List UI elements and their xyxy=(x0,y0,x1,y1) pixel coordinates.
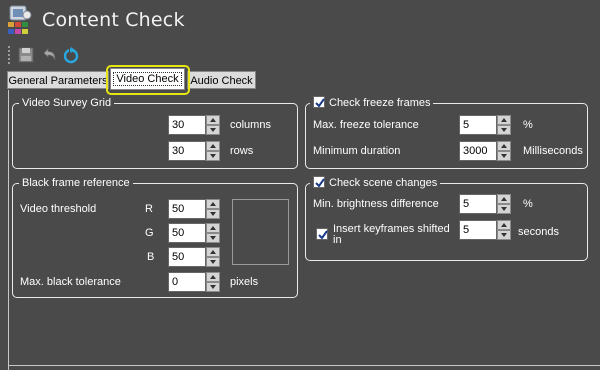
r-stepper[interactable]: 50 xyxy=(168,199,220,219)
g-stepper[interactable]: 50 xyxy=(168,223,220,243)
rows-unit-label: rows xyxy=(230,145,254,157)
scene-changes-checkbox[interactable] xyxy=(313,176,325,188)
tab-label: General Parameters xyxy=(8,75,108,87)
columns-down-button[interactable] xyxy=(206,125,220,135)
freeze-tolerance-unit-label: % xyxy=(523,119,533,131)
app-logo-icon xyxy=(6,3,34,37)
black-tolerance-down-button[interactable] xyxy=(206,282,220,292)
g-down-button[interactable] xyxy=(206,233,220,243)
rows-down-button[interactable] xyxy=(206,151,220,161)
columns-up-button[interactable] xyxy=(206,115,220,125)
r-label: R xyxy=(145,203,153,215)
g-up-button[interactable] xyxy=(206,223,220,233)
freeze-tolerance-up-button[interactable] xyxy=(497,115,511,125)
freeze-tolerance-stepper[interactable]: 5 xyxy=(459,115,511,135)
freeze-tolerance-label: Max. freeze tolerance xyxy=(313,119,419,131)
survey-grid-title: Video Survey Grid xyxy=(19,96,115,111)
min-duration-up-button[interactable] xyxy=(497,141,511,151)
b-down-button[interactable] xyxy=(206,257,220,267)
keyframes-label-line2: in xyxy=(333,234,342,246)
freeze-frames-title: Check freeze frames xyxy=(329,97,431,109)
brightness-difference-up-button[interactable] xyxy=(497,194,511,204)
toolbar xyxy=(0,43,600,67)
tab-content: Video Survey Grid 30 columns 30 rows Bla… xyxy=(0,90,600,370)
columns-unit-label: columns xyxy=(230,119,271,131)
min-duration-label: Minimum duration xyxy=(313,145,401,157)
keyframes-down-button[interactable] xyxy=(497,230,511,240)
freeze-frames-header: Check freeze frames xyxy=(310,96,434,111)
undo-button[interactable] xyxy=(40,46,58,64)
black-tolerance-unit-label: pixels xyxy=(230,276,259,288)
black-frame-title: Black frame reference xyxy=(19,176,133,191)
min-duration-down-button[interactable] xyxy=(497,151,511,161)
app-title: Content Check xyxy=(42,9,185,31)
min-duration-stepper[interactable]: 3000 xyxy=(459,141,511,161)
tab-label: Audio Check xyxy=(190,75,253,87)
b-up-button[interactable] xyxy=(206,247,220,257)
columns-stepper[interactable]: 30 xyxy=(168,115,220,135)
b-label: B xyxy=(147,251,155,263)
selection-highlight xyxy=(106,65,190,95)
r-down-button[interactable] xyxy=(206,209,220,219)
refresh-icon xyxy=(63,47,79,64)
min-duration-field[interactable]: 3000 xyxy=(459,141,497,161)
r-up-button[interactable] xyxy=(206,199,220,209)
r-field[interactable]: 50 xyxy=(168,199,206,219)
keyframes-label: Insert keyframes shifted in xyxy=(333,224,450,246)
black-tolerance-label: Max. black tolerance xyxy=(20,276,121,288)
content-bottom-border xyxy=(8,365,600,366)
freeze-tolerance-down-button[interactable] xyxy=(497,125,511,135)
survey-grid-group: Video Survey Grid 30 columns 30 rows xyxy=(12,96,298,169)
undo-icon xyxy=(43,48,56,61)
content-border xyxy=(0,90,9,370)
black-tolerance-up-button[interactable] xyxy=(206,272,220,282)
keyframes-unit-label: seconds xyxy=(518,226,559,238)
black-tolerance-field[interactable]: 0 xyxy=(168,272,206,292)
scene-changes-header: Check scene changes xyxy=(310,176,441,191)
brightness-difference-down-button[interactable] xyxy=(497,204,511,214)
rows-stepper[interactable]: 30 xyxy=(168,141,220,161)
scene-changes-title: Check scene changes xyxy=(329,177,438,189)
refresh-button[interactable] xyxy=(62,46,80,64)
tab-general-parameters[interactable]: General Parameters xyxy=(7,71,109,89)
black-tolerance-stepper[interactable]: 0 xyxy=(168,272,220,292)
keyframes-stepper[interactable]: 5 xyxy=(459,220,511,240)
scene-changes-group: Check scene changes Min. brightness diff… xyxy=(305,176,588,261)
min-duration-unit-label: Milliseconds xyxy=(523,145,583,157)
keyframes-checkbox[interactable] xyxy=(316,228,328,240)
brightness-difference-label: Min. brightness difference xyxy=(313,198,439,210)
b-field[interactable]: 50 xyxy=(168,247,206,267)
check-icon xyxy=(318,230,328,240)
color-preview xyxy=(232,199,289,265)
freeze-frames-group: Check freeze frames Max. freeze toleranc… xyxy=(305,96,588,169)
save-icon xyxy=(18,47,34,63)
b-stepper[interactable]: 50 xyxy=(168,247,220,267)
save-button[interactable] xyxy=(17,46,35,64)
rows-up-button[interactable] xyxy=(206,141,220,151)
g-field[interactable]: 50 xyxy=(168,223,206,243)
toolbar-grip[interactable] xyxy=(8,46,10,64)
black-frame-group: Black frame reference Video threshold R … xyxy=(12,176,298,298)
tab-audio-check[interactable]: Audio Check xyxy=(187,71,256,89)
keyframes-label-line1: Insert keyframes shifted xyxy=(333,223,450,235)
title-bar: Content Check xyxy=(0,0,600,42)
freeze-tolerance-field[interactable]: 5 xyxy=(459,115,497,135)
brightness-difference-stepper[interactable]: 5 xyxy=(459,194,511,214)
check-icon xyxy=(315,178,325,188)
columns-field[interactable]: 30 xyxy=(168,115,206,135)
rows-field[interactable]: 30 xyxy=(168,141,206,161)
tab-bar: General Parameters Video Check Audio Che… xyxy=(0,68,600,90)
freeze-frames-checkbox[interactable] xyxy=(313,96,325,108)
check-icon xyxy=(315,98,325,108)
brightness-difference-unit-label: % xyxy=(523,198,533,210)
keyframes-field[interactable]: 5 xyxy=(459,220,497,240)
video-threshold-label: Video threshold xyxy=(20,203,97,215)
brightness-difference-field[interactable]: 5 xyxy=(459,194,497,214)
keyframes-up-button[interactable] xyxy=(497,220,511,230)
g-label: G xyxy=(145,227,154,239)
